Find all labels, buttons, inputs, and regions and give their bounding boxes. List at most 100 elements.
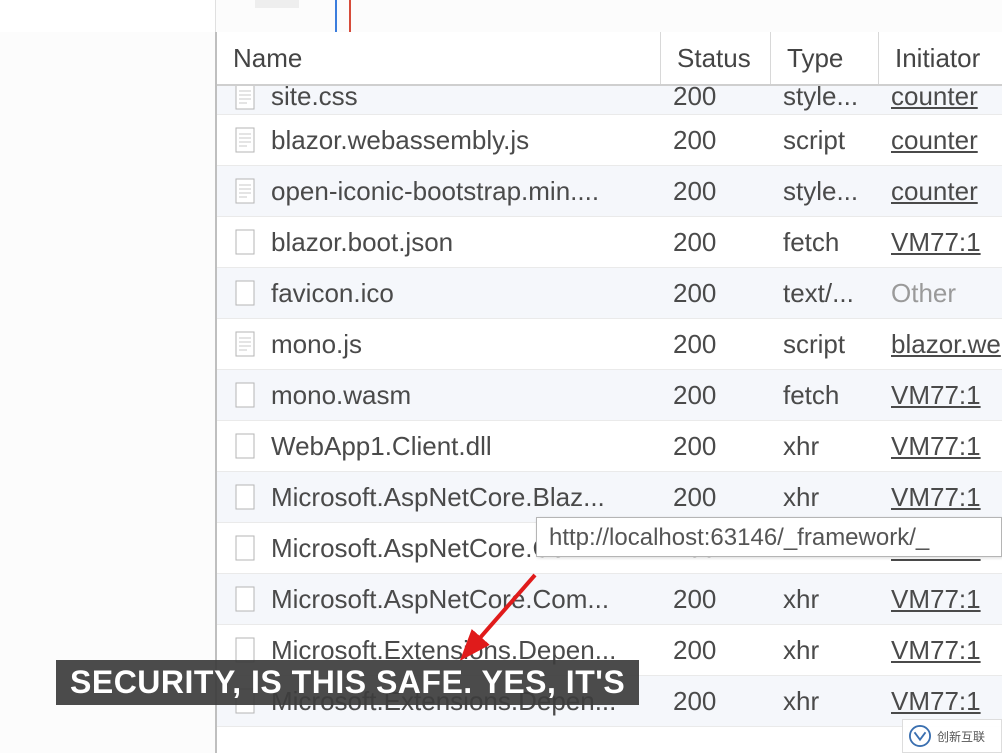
- file-icon: [235, 280, 255, 306]
- initiator-text: Other: [891, 278, 956, 308]
- file-name-text: blazor.webassembly.js: [271, 125, 529, 156]
- initiator-link[interactable]: counter: [891, 125, 978, 155]
- cell-initiator[interactable]: counter: [879, 86, 1002, 114]
- watermark: 创新互联: [902, 719, 1002, 753]
- column-header-status[interactable]: Status: [661, 32, 771, 84]
- file-name-text: open-iconic-bootstrap.min....: [271, 176, 599, 207]
- cell-type: xhr: [771, 423, 879, 470]
- cell-type: fetch: [771, 372, 879, 419]
- cell-status: 200: [661, 576, 771, 623]
- initiator-link[interactable]: VM77:1: [891, 227, 981, 257]
- watermark-text: 创新互联: [937, 728, 985, 745]
- cell-initiator[interactable]: blazor.we: [879, 321, 1002, 368]
- initiator-link[interactable]: counter: [891, 86, 978, 111]
- cell-name[interactable]: mono.wasm: [217, 372, 661, 419]
- cell-name[interactable]: site.css: [217, 86, 661, 114]
- cell-name[interactable]: Microsoft.AspNetCore.Com...: [217, 576, 661, 623]
- table-row[interactable]: site.css200style...counter: [217, 86, 1002, 115]
- cell-type: xhr: [771, 474, 879, 521]
- file-name-text: WebApp1.Client.dll: [271, 431, 492, 462]
- video-caption: SECURITY, IS THIS SAFE. YES, IT'S: [56, 660, 639, 705]
- cell-status: 200: [661, 86, 771, 114]
- cell-initiator[interactable]: VM77:1: [879, 219, 1002, 266]
- cell-initiator[interactable]: VM77:1: [879, 474, 1002, 521]
- document-icon: [235, 127, 255, 153]
- table-row[interactable]: blazor.boot.json 200fetch VM77:1: [217, 217, 1002, 268]
- timeline-strip: [0, 0, 1002, 33]
- cell-type: script: [771, 321, 879, 368]
- table-row[interactable]: open-iconic-bootstrap.min....200style...…: [217, 166, 1002, 217]
- cell-name[interactable]: Microsoft.AspNetCore.Blaz...: [217, 474, 661, 521]
- file-name-text: blazor.boot.json: [271, 227, 453, 258]
- document-icon: [235, 331, 255, 357]
- table-row[interactable]: blazor.webassembly.js 200script counter: [217, 115, 1002, 166]
- initiator-link[interactable]: VM77:1: [891, 482, 981, 512]
- cell-type: xhr: [771, 576, 879, 623]
- cell-status: 200: [661, 627, 771, 674]
- timeline-marker-load: [349, 0, 351, 32]
- initiator-link[interactable]: VM77:1: [891, 686, 981, 716]
- url-tooltip: http://localhost:63146/_framework/_: [536, 517, 1002, 557]
- document-icon: [235, 178, 255, 204]
- cell-type: script: [771, 117, 879, 164]
- cell-status: 200: [661, 270, 771, 317]
- cell-initiator[interactable]: VM77:1: [879, 372, 1002, 419]
- cell-name[interactable]: favicon.ico: [217, 270, 661, 317]
- cell-initiator[interactable]: VM77:1: [879, 627, 1002, 674]
- cell-type: xhr: [771, 678, 879, 725]
- table-row[interactable]: WebApp1.Client.dll 200xhr VM77:1: [217, 421, 1002, 472]
- left-gutter: [0, 32, 215, 753]
- table-row[interactable]: favicon.ico 200text/... Other: [217, 268, 1002, 319]
- file-name-text: mono.wasm: [271, 380, 411, 411]
- network-table: Name Status Type Initiator site.css200st…: [215, 32, 1002, 753]
- table-row[interactable]: mono.wasm 200fetch VM77:1: [217, 370, 1002, 421]
- cell-type: text/...: [771, 270, 879, 317]
- table-body: site.css200style...counterblazor.webasse…: [217, 86, 1002, 727]
- initiator-link[interactable]: VM77:1: [891, 431, 981, 461]
- cell-type: fetch: [771, 219, 879, 266]
- cell-initiator[interactable]: VM77:1: [879, 576, 1002, 623]
- cell-status: 200: [661, 423, 771, 470]
- file-icon: [235, 229, 255, 255]
- file-name-text: site.css: [271, 86, 358, 112]
- cell-name[interactable]: blazor.webassembly.js: [217, 117, 661, 164]
- file-icon: [235, 535, 255, 561]
- file-name-text: Microsoft.AspNetCore.Com...: [271, 584, 609, 615]
- cell-initiator[interactable]: counter: [879, 168, 1002, 215]
- document-icon: [235, 86, 255, 110]
- cell-initiator[interactable]: Other: [879, 270, 1002, 317]
- file-name-text: mono.js: [271, 329, 362, 360]
- cell-name[interactable]: blazor.boot.json: [217, 219, 661, 266]
- cell-name[interactable]: open-iconic-bootstrap.min....: [217, 168, 661, 215]
- cell-initiator[interactable]: counter: [879, 117, 1002, 164]
- table-row[interactable]: Microsoft.AspNetCore.Blaz...200xhrVM77:1: [217, 472, 1002, 523]
- initiator-link[interactable]: blazor.we: [891, 329, 1001, 359]
- file-name-text: favicon.ico: [271, 278, 394, 309]
- table-row[interactable]: Microsoft.AspNetCore.Com... 200xhr VM77:1: [217, 574, 1002, 625]
- cell-status: 200: [661, 678, 771, 725]
- cell-initiator[interactable]: VM77:1: [879, 678, 1002, 725]
- cell-status: 200: [661, 117, 771, 164]
- file-icon: [235, 382, 255, 408]
- file-name-text: Microsoft.AspNetCore.Blaz...: [271, 482, 605, 513]
- column-header-initiator[interactable]: Initiator: [879, 32, 1002, 84]
- column-header-type[interactable]: Type: [771, 32, 879, 84]
- cell-status: 200: [661, 219, 771, 266]
- cell-status: 200: [661, 372, 771, 419]
- cell-name[interactable]: mono.js: [217, 321, 661, 368]
- timeline-marker-domcontent: [335, 0, 337, 32]
- initiator-link[interactable]: VM77:1: [891, 380, 981, 410]
- table-row[interactable]: mono.js 200script blazor.we: [217, 319, 1002, 370]
- column-header-name[interactable]: Name: [217, 32, 661, 84]
- timeline-left-gutter: [0, 0, 216, 32]
- file-icon: [235, 484, 255, 510]
- cell-type: xhr: [771, 627, 879, 674]
- cell-status: 200: [661, 321, 771, 368]
- initiator-link[interactable]: VM77:1: [891, 584, 981, 614]
- cell-initiator[interactable]: VM77:1: [879, 423, 1002, 470]
- cell-name[interactable]: WebApp1.Client.dll: [217, 423, 661, 470]
- initiator-link[interactable]: VM77:1: [891, 635, 981, 665]
- table-header-row: Name Status Type Initiator: [217, 32, 1002, 86]
- initiator-link[interactable]: counter: [891, 176, 978, 206]
- timeline-tick: [255, 0, 299, 8]
